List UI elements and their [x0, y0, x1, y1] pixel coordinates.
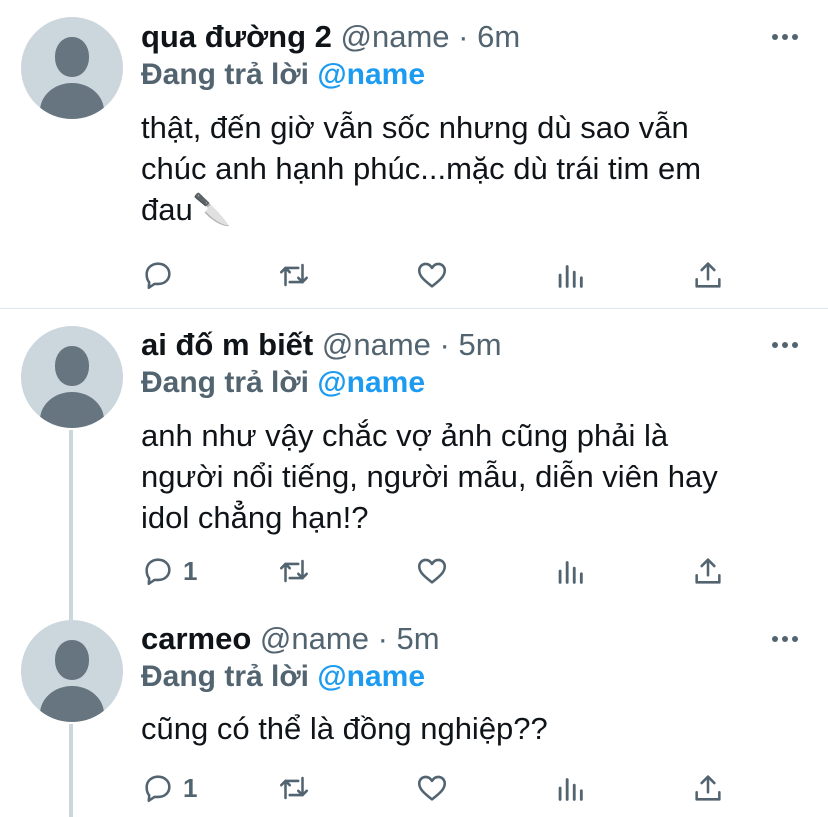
tweet-header: qua đường 2 @name · 6m	[141, 19, 520, 55]
tweet-1[interactable]: qua đường 2 @name · 6m Đang trả lời @nam…	[0, 0, 828, 308]
tweet-header: carmeo @name · 5m	[141, 621, 440, 657]
reply-button[interactable]: 1	[141, 553, 197, 589]
tweet-text-line: đau🔪	[141, 192, 232, 227]
reply-icon	[145, 775, 171, 803]
thread-connector-line	[69, 724, 73, 817]
avatar[interactable]	[21, 326, 123, 428]
tweet-text-line: idol chẳng hạn!?	[141, 500, 369, 535]
thread-connector-line	[69, 430, 73, 604]
share-button[interactable]	[691, 553, 725, 589]
avatar-body-shape	[40, 686, 104, 722]
avatar-body-shape	[40, 392, 104, 428]
like-button[interactable]	[415, 257, 449, 293]
mention-link[interactable]: @name	[317, 660, 425, 693]
replying-to-label: Đang trả lời	[141, 58, 310, 91]
share-icon	[695, 775, 721, 801]
tweet-text-line: chúc anh hạnh phúc...mặc dù trái tim em	[141, 151, 702, 186]
heart-icon	[417, 262, 447, 288]
timestamp[interactable]: 5m	[458, 327, 501, 362]
separator-dot: ·	[377, 621, 388, 656]
heart-icon	[417, 558, 447, 584]
tweet-text: thật, đến giờ vẫn sốc nhưng dù sao vẫn c…	[141, 107, 801, 230]
reply-icon	[145, 558, 171, 586]
tweet-actions: 1	[141, 770, 741, 806]
replying-to: Đang trả lời @name	[141, 659, 425, 695]
analytics-icon	[558, 561, 583, 584]
retweet-icon	[279, 776, 309, 800]
replying-to: Đang trả lời @name	[141, 365, 425, 401]
timestamp[interactable]: 6m	[477, 19, 520, 54]
analytics-button[interactable]	[553, 257, 587, 293]
replying-to-label: Đang trả lời	[141, 366, 310, 399]
tweet-text: cũng có thể là đồng nghiệp??	[141, 708, 801, 749]
more-options-icon[interactable]	[772, 635, 798, 643]
tweet-text: anh như vậy chắc vợ ảnh cũng phải là ngư…	[141, 415, 801, 538]
display-name[interactable]: ai đố m biết	[141, 327, 313, 362]
reply-count: 1	[183, 555, 198, 586]
avatar-head-shape	[55, 640, 89, 680]
avatar-head-shape	[55, 346, 89, 386]
avatar[interactable]	[21, 17, 123, 119]
retweet-icon	[279, 559, 309, 583]
retweet-button[interactable]	[277, 553, 311, 589]
heart-icon	[417, 775, 447, 801]
like-button[interactable]	[415, 553, 449, 589]
share-icon	[695, 558, 721, 584]
retweet-button[interactable]	[277, 770, 311, 806]
display-name[interactable]: qua đường 2	[141, 19, 332, 54]
timestamp[interactable]: 5m	[397, 621, 440, 656]
like-button[interactable]	[415, 770, 449, 806]
mention-link[interactable]: @name	[317, 366, 425, 399]
share-button[interactable]	[691, 257, 725, 293]
avatar-head-shape	[55, 37, 89, 77]
share-button[interactable]	[691, 770, 725, 806]
tweet-header: ai đố m biết @name · 5m	[141, 327, 502, 363]
thread-connector-line	[69, 604, 73, 621]
tweet-text-line: anh như vậy chắc vợ ảnh cũng phải là	[141, 418, 669, 453]
handle[interactable]: @name	[322, 327, 431, 362]
reply-button[interactable]: 1	[141, 770, 197, 806]
handle[interactable]: @name	[341, 19, 450, 54]
reply-count: 1	[183, 772, 198, 803]
share-icon	[695, 262, 721, 288]
analytics-icon	[558, 778, 583, 801]
avatar-body-shape	[40, 83, 104, 119]
tweet-text-line: thật, đến giờ vẫn sốc nhưng dù sao vẫn	[141, 110, 689, 145]
more-options-icon[interactable]	[772, 341, 798, 349]
analytics-icon	[558, 265, 583, 288]
analytics-button[interactable]	[553, 553, 587, 589]
replying-to-label: Đang trả lời	[141, 660, 310, 693]
tweet-actions: 1	[141, 553, 741, 589]
mention-link[interactable]: @name	[317, 58, 425, 91]
tweet-text-line: cũng có thể là đồng nghiệp??	[141, 711, 548, 746]
retweet-button[interactable]	[277, 257, 311, 293]
retweet-icon	[279, 263, 309, 287]
tweet-actions	[141, 257, 741, 293]
tweet-3[interactable]: carmeo @name · 5m Đang trả lời @name cũn…	[0, 604, 828, 817]
separator-dot: ·	[439, 327, 450, 362]
handle[interactable]: @name	[260, 621, 369, 656]
more-options-icon[interactable]	[772, 33, 798, 41]
replying-to: Đang trả lời @name	[141, 57, 425, 93]
reply-button[interactable]	[141, 257, 183, 293]
avatar[interactable]	[21, 620, 123, 722]
separator-dot: ·	[458, 19, 469, 54]
display-name[interactable]: carmeo	[141, 621, 251, 656]
reply-icon	[145, 262, 171, 290]
tweet-2[interactable]: ai đố m biết @name · 5m Đang trả lời @na…	[0, 309, 828, 604]
tweet-text-line: người nổi tiếng, người mẫu, diễn viên ha…	[141, 459, 718, 494]
analytics-button[interactable]	[553, 770, 587, 806]
